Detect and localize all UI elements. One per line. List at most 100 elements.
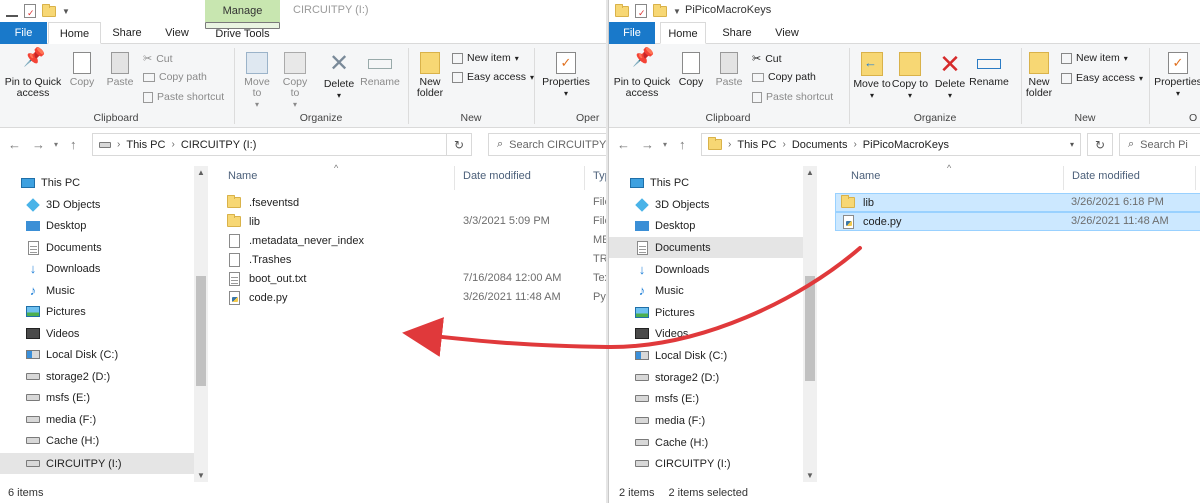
copy-to-button[interactable]: Copy to ▾ (891, 52, 929, 101)
nav-item-desktop[interactable]: Desktop (609, 215, 803, 236)
move-to-button[interactable]: Move to ▾ (240, 52, 274, 110)
list-item[interactable]: .metadata_never_index (226, 231, 364, 250)
save-icon[interactable] (6, 5, 18, 17)
column-divider[interactable] (454, 166, 455, 190)
rename-button[interactable]: Rename (360, 52, 400, 88)
column-name[interactable]: Name (851, 170, 880, 182)
new-folder-icon[interactable] (615, 3, 629, 17)
copy-to-button[interactable]: Copy to ▾ (278, 52, 312, 110)
nav-item-storage2-d[interactable]: storage2 (D:) (0, 366, 194, 387)
list-item-selected[interactable]: code.py 3/26/2021 11:48 AM (835, 212, 1200, 231)
scroll-up-icon[interactable]: ▲ (803, 168, 817, 177)
easy-access-button[interactable]: Easy access ▾ (452, 71, 534, 83)
folder-icon[interactable] (653, 3, 667, 17)
scroll-up-icon[interactable]: ▲ (194, 168, 208, 177)
tab-drive-tools[interactable]: Drive Tools (205, 22, 280, 40)
nav-item-this-pc[interactable]: This PC (609, 172, 803, 193)
nav-item-cache-h[interactable]: Cache (H:) (609, 432, 803, 453)
forward-arrow-icon[interactable]: → (641, 137, 654, 152)
properties-icon[interactable]: ✓ (635, 4, 647, 18)
search-box[interactable]: ⌕ Search Pi (1119, 133, 1200, 156)
recent-dropdown-icon[interactable]: ▾ (54, 140, 58, 149)
nav-item-music[interactable]: ♪ Music (0, 280, 194, 301)
scroll-down-icon[interactable]: ▼ (194, 471, 208, 480)
new-folder-button[interactable]: New folder (1021, 52, 1057, 99)
tab-home[interactable]: Home (48, 22, 101, 44)
new-item-button[interactable]: New item ▾ (452, 52, 519, 64)
properties-button[interactable]: ✓ Properties ▾ (540, 52, 592, 99)
copy-path-button[interactable]: Copy path (143, 71, 207, 83)
copy-button[interactable]: Copy (675, 52, 707, 88)
nav-item-videos[interactable]: Videos (0, 323, 194, 344)
nav-item-local-disk-c[interactable]: Local Disk (C:) (609, 345, 803, 366)
nav-item-this-pc[interactable]: This PC (0, 172, 194, 193)
column-date-modified[interactable]: Date modified (463, 170, 531, 182)
nav-scrollbar[interactable]: ▲ ▼ (803, 166, 817, 482)
list-item[interactable]: .fseventsd (226, 193, 299, 212)
manage-context-tab[interactable]: Manage (205, 0, 280, 22)
nav-item-circuitpy-i[interactable]: CIRCUITPY (I:) (609, 453, 803, 474)
dropdown-arrow-icon[interactable]: ▼ (62, 7, 70, 16)
tab-view[interactable]: View (765, 22, 809, 44)
new-item-button[interactable]: New item ▾ (1061, 52, 1128, 64)
new-folder-button[interactable]: New folder (412, 52, 448, 99)
nav-item-local-disk-c[interactable]: Local Disk (C:) (0, 344, 194, 365)
nav-item-3d-objects[interactable]: 3D Objects (0, 194, 194, 215)
tab-share[interactable]: Share (103, 22, 151, 44)
breadcrumb-documents[interactable]: Documents (792, 139, 848, 151)
back-arrow-icon[interactable]: ← (8, 137, 21, 152)
nav-item-msfs-e[interactable]: msfs (E:) (0, 387, 194, 408)
nav-item-storage2-d[interactable]: storage2 (D:) (609, 367, 803, 388)
breadcrumb-location[interactable]: CIRCUITPY (I:) (181, 139, 257, 151)
nav-item-circuitpy-i[interactable]: CIRCUITPY (I:) (0, 453, 194, 474)
nav-item-msfs-e[interactable]: msfs (E:) (609, 388, 803, 409)
cut-button[interactable]: ✂ Cut (143, 52, 173, 66)
nav-item-media-f[interactable]: media (F:) (609, 410, 803, 431)
list-item[interactable]: code.py (226, 288, 288, 307)
delete-button[interactable]: ✕ Delete ▾ (931, 51, 969, 101)
list-item[interactable]: boot_out.txt (226, 269, 307, 288)
scrollbar-thumb[interactable] (196, 276, 206, 386)
nav-item-downloads[interactable]: ↓ Downloads (0, 258, 194, 279)
forward-arrow-icon[interactable]: → (32, 137, 45, 152)
nav-item-downloads[interactable]: ↓ Downloads (609, 259, 803, 280)
tab-file[interactable]: File (0, 22, 47, 44)
pin-to-quick-access-button[interactable]: 📌 Pin to Quick access (4, 48, 62, 99)
nav-item-documents[interactable]: Documents (609, 237, 803, 258)
column-name[interactable]: Name (228, 170, 257, 182)
paste-shortcut-button[interactable]: Paste shortcut (752, 91, 833, 103)
copy-path-button[interactable]: Copy path (752, 71, 816, 83)
refresh-button[interactable]: ↻ (446, 133, 472, 156)
tab-view[interactable]: View (153, 22, 201, 44)
copy-button[interactable]: Copy (66, 52, 98, 88)
up-arrow-icon[interactable]: ↑ (679, 137, 686, 152)
address-bar[interactable]: › This PC › CIRCUITPY (I:) ▾ (92, 133, 472, 156)
recent-dropdown-icon[interactable]: ▾ (663, 140, 667, 149)
easy-access-button[interactable]: Easy access ▾ (1061, 72, 1143, 84)
rename-button[interactable]: Rename (969, 52, 1009, 88)
nav-item-pictures[interactable]: Pictures (609, 302, 803, 323)
move-to-button[interactable]: ← Move to ▾ (853, 52, 891, 101)
column-divider[interactable] (1195, 166, 1196, 190)
search-box[interactable]: ⌕ Search CIRCUITPY (488, 133, 606, 156)
paste-button[interactable]: Paste (104, 52, 136, 88)
scroll-down-icon[interactable]: ▼ (803, 471, 817, 480)
up-arrow-icon[interactable]: ↑ (70, 137, 77, 152)
properties-icon[interactable]: ✓ (24, 4, 36, 18)
list-item-selected[interactable]: lib 3/26/2021 6:18 PM (835, 193, 1200, 212)
nav-item-cache-h[interactable]: Cache (H:) (0, 430, 194, 451)
breadcrumb-this-pc[interactable]: This PC (126, 139, 165, 151)
back-arrow-icon[interactable]: ← (617, 137, 630, 152)
new-folder-icon[interactable] (42, 3, 56, 17)
column-date-modified[interactable]: Date modified (1072, 170, 1140, 182)
nav-item-media-f[interactable]: media (F:) (0, 409, 194, 430)
breadcrumb-location[interactable]: PiPicoMacroKeys (863, 139, 949, 151)
refresh-button[interactable]: ↻ (1087, 133, 1113, 156)
address-bar[interactable]: › This PC › Documents › PiPicoMacroKeys … (701, 133, 1081, 156)
tab-share[interactable]: Share (711, 22, 763, 44)
list-item[interactable]: lib (226, 212, 260, 231)
paste-shortcut-button[interactable]: Paste shortcut (143, 91, 224, 103)
tab-file[interactable]: File (609, 22, 655, 44)
tab-home[interactable]: Home (660, 22, 706, 44)
nav-scrollbar[interactable]: ▲ ▼ (194, 166, 208, 482)
